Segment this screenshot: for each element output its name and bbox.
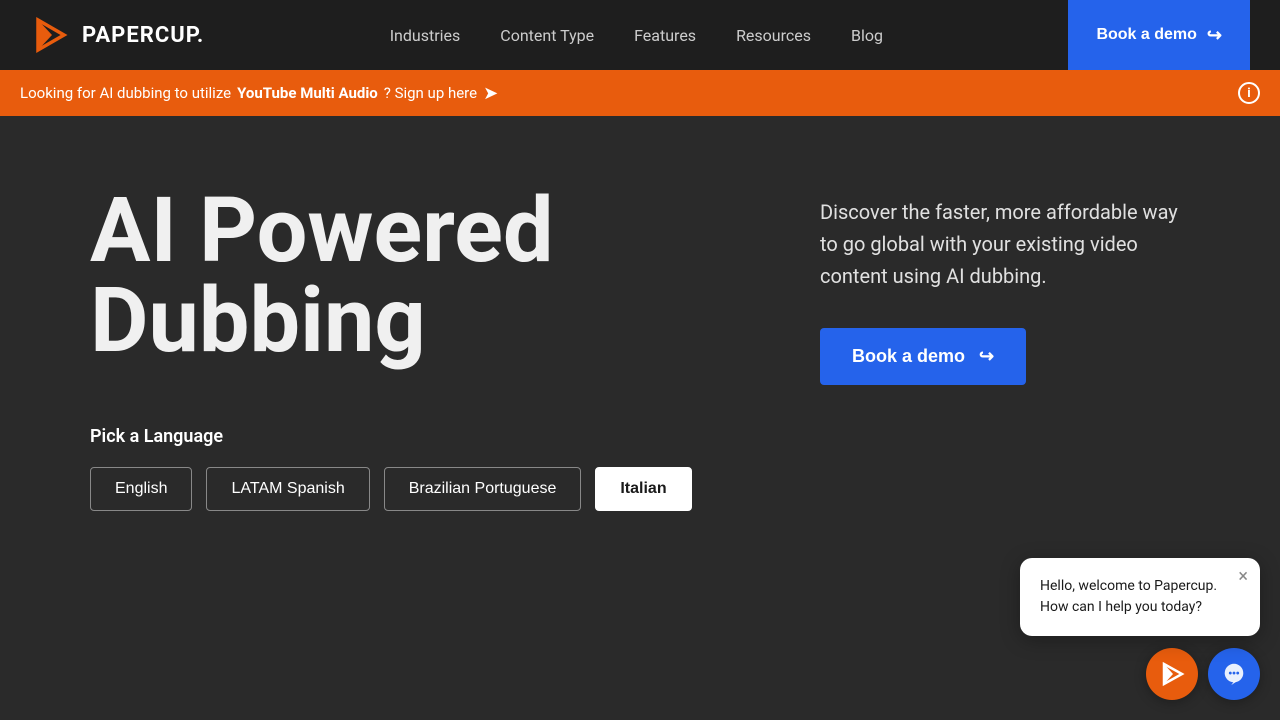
chat-close-button[interactable]: × [1238,568,1248,586]
nav-features[interactable]: Features [634,26,696,45]
nav-industries[interactable]: Industries [390,26,461,45]
hero-right: Discover the faster, more affordable way… [820,176,1200,616]
logo-icon [30,14,72,56]
announcement-arrow-icon[interactable]: ➤ [483,83,498,104]
announcement-prefix: Looking for AI dubbing to utilize [20,84,231,102]
hero-cta-arrow-icon: ↪ [979,346,994,367]
chat-widget: × Hello, welcome to Papercup. How can I … [1020,558,1260,700]
hero-book-demo-button[interactable]: Book a demo ↪ [820,328,1026,385]
lang-latam-spanish-button[interactable]: LATAM Spanish [206,467,369,511]
language-buttons: English LATAM Spanish Brazilian Portugue… [90,467,820,511]
chat-avatar-icon [1158,660,1186,688]
navbar-nav: Industries Content Type Features Resourc… [390,26,883,45]
navbar: PAPERCUP. Industries Content Type Featur… [0,0,1280,70]
lang-english-button[interactable]: English [90,467,192,511]
nav-blog[interactable]: Blog [851,26,883,45]
announcement-bar: Looking for AI dubbing to utilize YouTub… [0,70,1280,116]
logo[interactable]: PAPERCUP. [30,14,204,56]
lang-italian-button[interactable]: Italian [595,467,691,511]
chat-bubble: × Hello, welcome to Papercup. How can I … [1020,558,1260,636]
nav-content-type[interactable]: Content Type [500,26,594,45]
chat-open-button[interactable] [1208,648,1260,700]
hero-left: AI Powered Dubbing Pick a Language Engli… [90,176,820,616]
chat-avatar[interactable] [1146,648,1198,700]
nav-book-demo-button[interactable]: Book a demo ↪ [1068,0,1250,70]
announcement-info-icon[interactable]: i [1238,82,1260,104]
logo-text: PAPERCUP. [82,23,204,48]
nav-cta-arrow-icon: ↪ [1207,25,1222,46]
chat-open-icon [1221,661,1247,687]
chat-bubble-text: Hello, welcome to Papercup. How can I he… [1040,576,1240,618]
lang-brazilian-portuguese-button[interactable]: Brazilian Portuguese [384,467,582,511]
nav-resources[interactable]: Resources [736,26,811,45]
announcement-link[interactable]: YouTube Multi Audio [237,84,378,102]
announcement-text: Looking for AI dubbing to utilize YouTub… [20,83,498,104]
pick-language-label: Pick a Language [90,426,820,447]
announcement-suffix: ? Sign up here [384,84,477,102]
hero-title: AI Powered Dubbing [90,186,820,366]
hero-description: Discover the faster, more affordable way… [820,196,1200,292]
